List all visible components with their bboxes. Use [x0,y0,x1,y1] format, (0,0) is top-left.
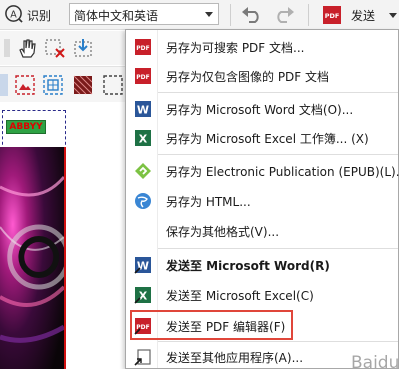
menu-item-save-searchable-pdf[interactable]: PDF 另存为可搜索 PDF 文档... [126,31,398,63]
order-areas-icon[interactable] [72,37,94,59]
svg-text:PDF: PDF [325,12,340,20]
menu-item-save-image-only-pdf[interactable]: PDF 另存为仅包含图像的 PDF 文档 [126,60,398,92]
menu-item-label: 发送至 Microsoft Word(R) [166,259,330,273]
toolbar-divider [230,4,231,26]
menu-item-label: 另存为 Electronic Publication (EPUB)(L)... [166,165,399,179]
scroll-handle-icon [4,39,10,57]
svg-text:PDF: PDF [136,45,149,52]
epub-icon [135,163,151,179]
language-select[interactable]: 简体中文和英语 [69,3,219,25]
menu-item-label: 另存为 HTML... [166,195,251,209]
word-icon: W [134,257,151,274]
menu-item-send-excel[interactable]: X 发送至 Microsoft Excel(C) [126,279,398,311]
watermark: Baidu经验 [351,353,399,369]
html-icon [135,193,151,209]
svg-text:W: W [137,104,149,117]
menu-item-label: 另存为 Microsoft Excel 工作簿... (X) [166,132,369,146]
recognize-button-label[interactable]: 识别 [27,7,51,24]
svg-text:X: X [139,290,148,303]
selected-tool-marker [0,74,8,96]
menu-item-save-other-formats[interactable]: 保存为其他格式(V)... [126,215,398,247]
redo-icon[interactable] [272,6,296,24]
document-photo [0,147,66,369]
text-area-icon[interactable] [102,74,124,96]
pdf-icon[interactable]: PDF [322,5,342,25]
svg-text:W: W [137,260,149,273]
chevron-down-icon[interactable] [389,13,397,18]
menu-item-save-epub[interactable]: 另存为 Electronic Publication (EPUB)(L)... [126,155,399,187]
menu-item-save-word[interactable]: W 另存为 Microsoft Word 文档(O)... [126,93,398,125]
undo-icon[interactable] [240,6,264,24]
language-select-value: 简体中文和英语 [74,9,159,23]
send-button-label[interactable]: 发送 [351,7,375,24]
menu-item-save-html[interactable]: 另存为 HTML... [126,185,398,217]
menu-item-label: 另存为可搜索 PDF 文档... [166,41,305,55]
delete-area-icon[interactable] [44,37,66,59]
svg-text:A: A [10,9,17,20]
menu-item-label: 另存为仅包含图像的 PDF 文档 [166,70,330,84]
excel-icon: X [134,287,151,304]
logo-badge: ABBYY [6,120,46,134]
pdf-icon: PDF [135,39,151,55]
picture-area-icon[interactable] [14,74,36,96]
toolbar-divider [308,4,309,26]
background-picture-icon[interactable] [72,74,94,96]
menu-item-label: 另存为 Microsoft Word 文档(O)... [166,103,354,117]
area-tools-row [0,31,130,65]
area-types-row [0,66,130,102]
word-icon: W [135,101,151,117]
recognize-icon[interactable]: A [4,4,23,23]
highlight-annotation [130,310,293,340]
send-icon [134,349,151,366]
document-image-pane[interactable]: ABBYY [0,103,130,369]
send-menu: PDF 另存为可搜索 PDF 文档... PDF 另存为仅包含图像的 PDF 文… [125,29,399,369]
chevron-down-icon [205,12,213,17]
menu-item-label: 保存为其他格式(V)... [166,225,280,239]
pdf-icon: PDF [135,68,151,84]
menu-item-label: 发送至 Microsoft Excel(C) [166,289,314,303]
svg-text:PDF: PDF [136,74,149,81]
svg-text:X: X [139,133,148,146]
menu-item-save-excel[interactable]: X 另存为 Microsoft Excel 工作簿... (X) [126,122,398,154]
menu-item-send-word[interactable]: W 发送至 Microsoft Word(R) [126,249,398,281]
table-area-icon[interactable] [42,74,64,96]
menu-item-label: 发送至其他应用程序(A)... [166,351,304,365]
abbyy-logo: ABBYY [9,122,43,132]
hand-tool-icon[interactable] [16,37,38,59]
main-toolbar: A 识别 简体中文和英语 PDF 发送 [0,0,399,30]
excel-icon: X [135,130,151,146]
